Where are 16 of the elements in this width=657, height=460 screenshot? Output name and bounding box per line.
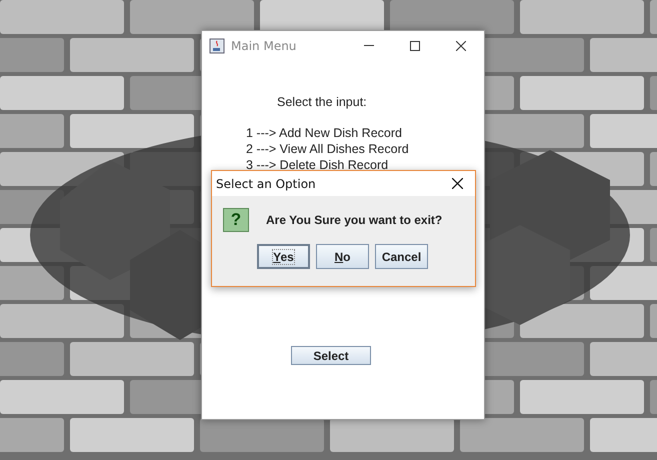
dialog-message: Are You Sure you want to exit? xyxy=(266,213,442,227)
dialog-button[interactable]: No xyxy=(316,244,369,269)
question-icon: ? xyxy=(223,208,249,232)
maximize-icon[interactable] xyxy=(410,40,420,50)
cup-icon xyxy=(209,38,225,54)
dialog-button[interactable]: Cancel xyxy=(375,244,428,269)
close-icon[interactable] xyxy=(452,178,462,189)
dialog-title: Select an Option xyxy=(216,176,316,190)
dialog-button[interactable]: Yes xyxy=(257,244,310,269)
close-icon[interactable] xyxy=(456,40,466,50)
prompt-label: Select the input: xyxy=(277,95,368,109)
menu-option: 2 ---> View All Dishes Record xyxy=(246,141,484,157)
menu-option: 3 ---> Delete Dish Record xyxy=(246,157,484,173)
menu-option: 1 ---> Add New Dish Record xyxy=(246,125,484,141)
window-title: Main Menu xyxy=(231,38,296,52)
select-button[interactable]: Select xyxy=(291,346,371,365)
